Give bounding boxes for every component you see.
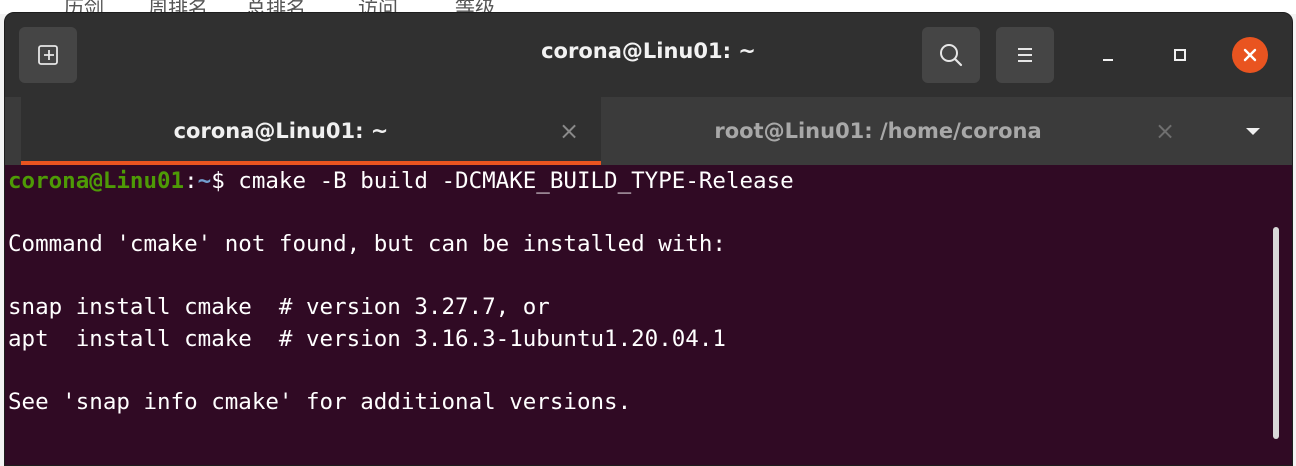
terminal-area[interactable]: corona@Linu01:~$ cmake -B build -DCMAKE_… — [5, 165, 1292, 465]
tab-bar: corona@Linu01: ~ × root@Linu01: /home/co… — [5, 97, 1292, 165]
close-icon — [1243, 48, 1257, 62]
hamburger-menu-icon — [1018, 48, 1032, 62]
search-icon — [940, 44, 963, 67]
terminal-output: corona@Linu01:~$ cmake -B build -DCMAKE_… — [8, 166, 794, 418]
maximize-icon — [1174, 49, 1186, 61]
command-text: cmake -B build -DCMAKE_BUILD_TYPE-Releas… — [238, 168, 794, 194]
tab-close-icon[interactable]: × — [1155, 117, 1175, 145]
output-line: apt install cmake # version 3.16.3-1ubun… — [8, 325, 726, 352]
prompt-path: ~ — [197, 168, 212, 194]
tab-root[interactable]: root@Linu01: /home/corona × — [601, 97, 1235, 165]
tab-corona[interactable]: corona@Linu01: ~ × — [21, 97, 601, 165]
output-line: See 'snap info cmake' for additional ver… — [8, 388, 632, 415]
output-line: Command 'cmake' not found, but can be in… — [8, 231, 726, 257]
close-button[interactable] — [1232, 37, 1268, 73]
scrollbar[interactable] — [1273, 227, 1279, 439]
prompt-separator: : — [184, 168, 198, 194]
maximize-button[interactable] — [1162, 37, 1198, 73]
minimize-button[interactable] — [1090, 37, 1126, 73]
prompt-line: corona@Linu01:~$ cmake -B build -DCMAKE_… — [8, 166, 794, 198]
terminal-window: corona@Linu01: ~ corona@Linu01: ~ × root… — [4, 12, 1293, 466]
search-button[interactable] — [922, 27, 980, 83]
prompt-user: corona@Linu01 — [8, 168, 185, 194]
header-bar: corona@Linu01: ~ — [5, 13, 1292, 97]
chevron-down-icon — [1246, 128, 1260, 135]
minimize-icon — [1103, 59, 1113, 61]
prompt-symbol: $ — [211, 168, 239, 194]
tab-label: corona@Linu01: ~ — [173, 119, 389, 143]
tab-label: root@Linu01: /home/corona — [714, 119, 1042, 143]
menu-button[interactable] — [996, 27, 1054, 83]
output-line: snap install cmake # version 3.27.7, or — [8, 294, 550, 320]
tab-close-icon[interactable]: × — [559, 117, 579, 145]
tabs-dropdown-button[interactable] — [1241, 119, 1265, 143]
